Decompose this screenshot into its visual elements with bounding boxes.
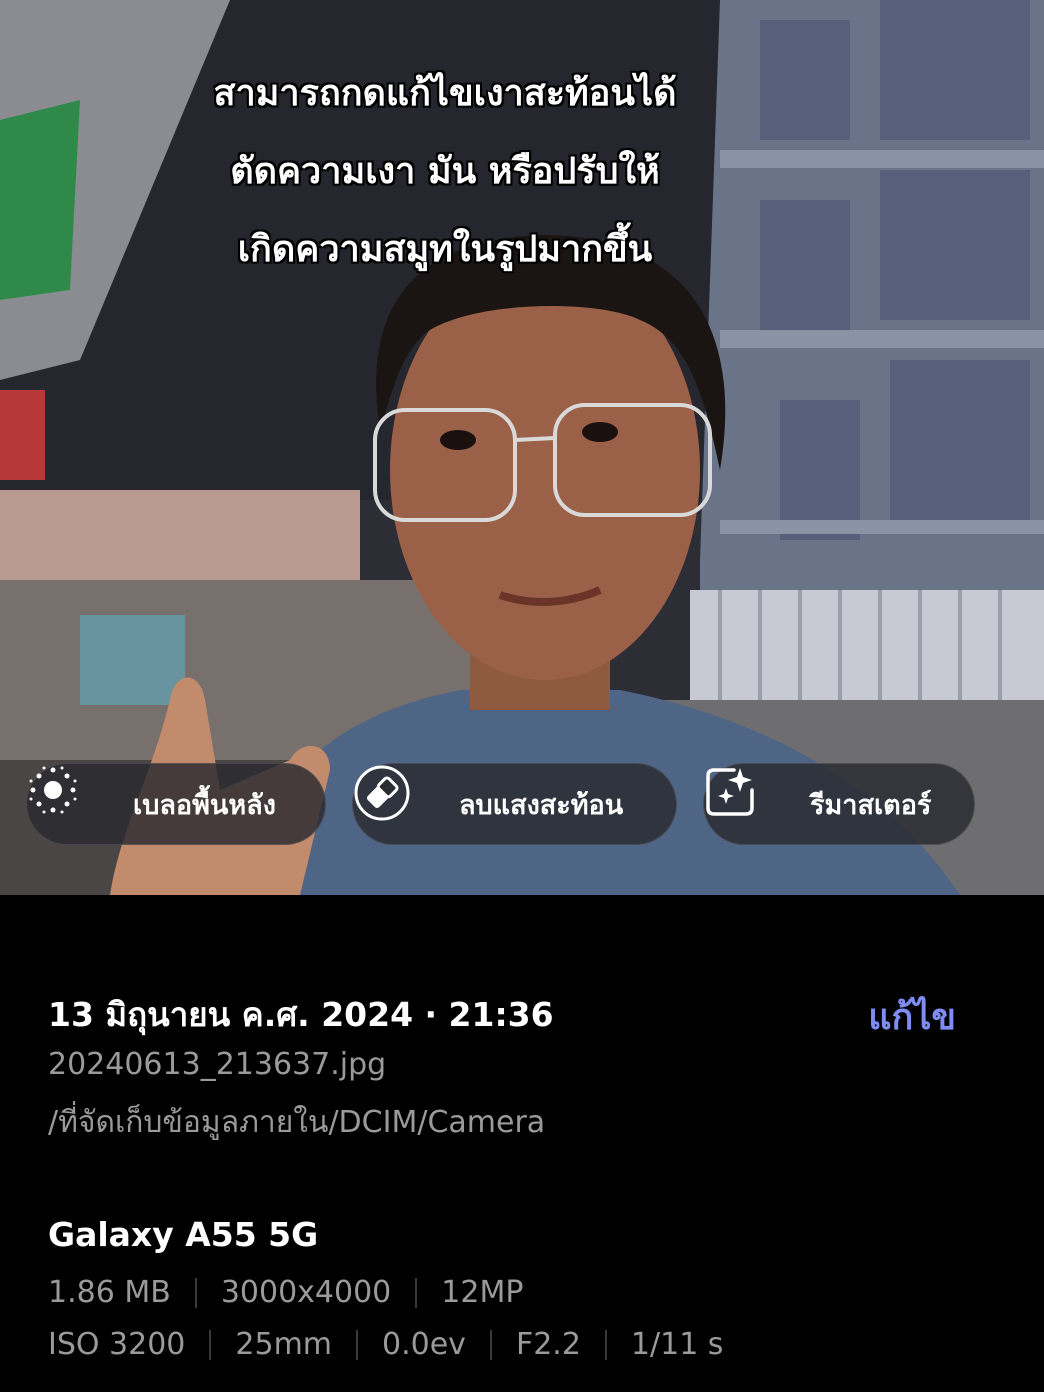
- resolution: 3000x4000: [220, 1275, 392, 1310]
- blur-sun-icon: [29, 766, 111, 832]
- megapixels: 12MP: [441, 1275, 524, 1310]
- shutter-speed: 1/11 s: [630, 1327, 724, 1362]
- file-path: /ที่จัดเก็บข้อมูลภายใน/DCIM/Camera: [48, 1105, 546, 1140]
- caption-line: สามารถกดแก้ไขเงาสะท้อนได้: [213, 73, 677, 114]
- chip-label: เบลอพื้นหลัง: [133, 789, 276, 821]
- caption-line: ตัดความเงา มัน หรือปรับให้: [230, 151, 660, 192]
- remaster-sparkle-icon: [706, 768, 788, 832]
- remove-reflection-button[interactable]: ลบแสงสะท้อน: [352, 763, 677, 845]
- divider: [356, 1329, 359, 1360]
- photo-viewer[interactable]: สามารถกดแก้ไขเงาสะท้อนได้ ตัดความเงา มัน…: [0, 0, 1044, 895]
- divider: [604, 1329, 607, 1360]
- iso-value: ISO 3200: [48, 1327, 186, 1362]
- focal-length: 25mm: [235, 1327, 333, 1362]
- file-size: 1.86 MB: [48, 1275, 171, 1310]
- device-name: Galaxy A55 5G: [48, 1215, 319, 1254]
- file-specs: 1.86 MB 3000x4000 12MP: [48, 1275, 523, 1310]
- photo-details-panel: 13 มิถุนายน ค.ศ. 2024 · 21:36 แก้ไข 2024…: [0, 895, 1044, 1392]
- divider: [194, 1277, 197, 1308]
- edit-button[interactable]: แก้ไข: [868, 988, 956, 1045]
- photo-caption: สามารถกดแก้ไขเงาสะท้อนได้ ตัดความเงา มัน…: [0, 55, 890, 289]
- file-name: 20240613_213637.jpg: [48, 1047, 387, 1082]
- aperture: F2.2: [515, 1327, 581, 1362]
- divider: [415, 1277, 418, 1308]
- divider: [209, 1329, 212, 1360]
- photo-date: 13 มิถุนายน ค.ศ. 2024 · 21:36: [48, 995, 554, 1034]
- remaster-button[interactable]: รีมาสเตอร์: [703, 763, 975, 845]
- camera-specs: ISO 3200 25mm 0.0ev F2.2 1/11 s: [48, 1327, 723, 1362]
- exposure-value: 0.0ev: [382, 1327, 466, 1362]
- eraser-icon: [354, 765, 437, 832]
- chip-label: รีมาสเตอร์: [810, 789, 932, 821]
- caption-line: เกิดความสมูทในรูปมากขึ้น: [237, 229, 653, 270]
- divider: [489, 1329, 492, 1360]
- blur-background-button[interactable]: เบลอพื้นหลัง: [26, 763, 326, 845]
- chip-label: ลบแสงสะท้อน: [459, 789, 624, 821]
